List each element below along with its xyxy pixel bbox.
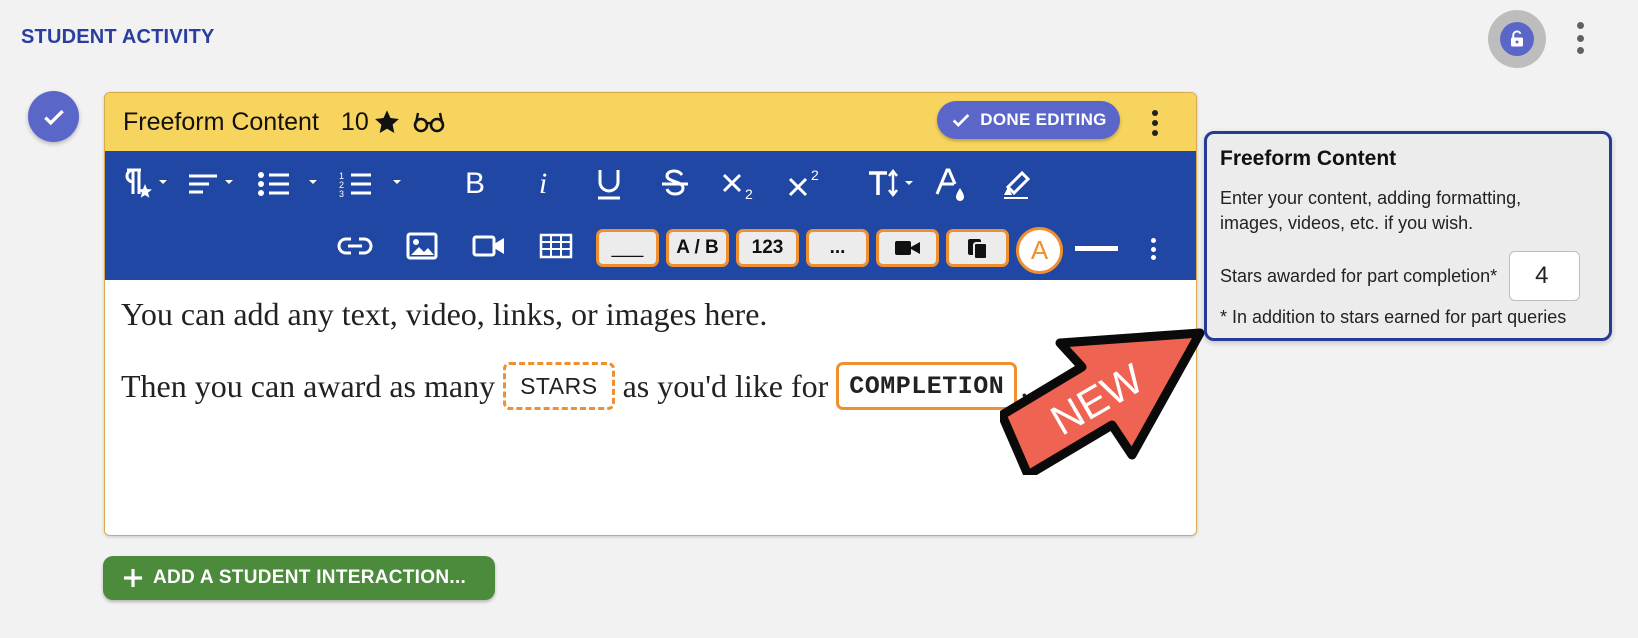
- link-icon[interactable]: [335, 225, 375, 267]
- part-settings-popover: Freeform Content Enter your content, add…: [1204, 131, 1612, 341]
- stars-awarded-label: Stars awarded for part completion*: [1220, 265, 1498, 286]
- bold-icon[interactable]: B: [455, 163, 495, 205]
- card-stars-count: 10: [340, 107, 369, 136]
- page-more-menu-icon[interactable]: [1568, 18, 1592, 58]
- choice-chip[interactable]: A / B: [666, 229, 729, 267]
- blank-answer-chip[interactable]: ___: [596, 229, 659, 267]
- stars-awarded-input[interactable]: [1509, 251, 1581, 301]
- stars-tag[interactable]: STARS: [503, 362, 615, 410]
- completion-tag[interactable]: COMPLETION: [836, 362, 1018, 410]
- underline-icon[interactable]: [589, 163, 629, 205]
- numbered-list-icon[interactable]: 123: [339, 163, 405, 205]
- card-header: Freeform Content 10 DONE EDITING: [105, 93, 1196, 151]
- font-size-icon[interactable]: [867, 163, 917, 205]
- svg-text:2: 2: [745, 186, 753, 201]
- table-icon[interactable]: [536, 225, 576, 267]
- strikethrough-icon[interactable]: [655, 163, 695, 205]
- clipboard-icon: [967, 239, 988, 260]
- unlock-icon: [1500, 22, 1534, 56]
- svg-text:2: 2: [811, 167, 819, 183]
- content-line-2-start: Then you can award as many: [121, 367, 496, 404]
- glasses-icon[interactable]: [413, 109, 445, 135]
- toolbar-more-icon[interactable]: [1149, 238, 1157, 260]
- checkmark-icon: [952, 113, 970, 127]
- superscript-icon[interactable]: 2: [785, 163, 827, 205]
- bullet-list-icon[interactable]: [257, 163, 323, 205]
- popover-description: Enter your content, adding formatting, i…: [1220, 188, 1522, 233]
- popover-note: * In addition to stars earned for part q…: [1220, 307, 1567, 327]
- subscript-icon[interactable]: 2: [719, 163, 761, 205]
- ellipsis-chip[interactable]: ...: [806, 229, 869, 267]
- page-title: STUDENT ACTIVITY: [21, 26, 215, 48]
- horizontal-rule-icon[interactable]: [1075, 246, 1118, 251]
- card-more-menu-icon[interactable]: [1149, 110, 1161, 136]
- paragraph-style-icon[interactable]: [119, 163, 169, 205]
- svg-text:3: 3: [339, 189, 344, 199]
- content-line-2-middle: as you'd like for: [622, 367, 829, 404]
- align-icon[interactable]: [187, 163, 237, 205]
- star-icon: [373, 108, 401, 136]
- content-line-2: Then you can award as many STARS as you'…: [121, 362, 1028, 410]
- part-complete-check-icon[interactable]: [28, 91, 79, 142]
- new-arrow-badge: NEW: [1000, 328, 1205, 475]
- lock-toggle-button[interactable]: [1488, 10, 1546, 68]
- image-icon[interactable]: [402, 225, 442, 267]
- answer-letter-button[interactable]: A: [1016, 227, 1063, 274]
- camera-icon: [894, 241, 920, 255]
- card-title: Freeform Content: [123, 107, 319, 136]
- italic-icon[interactable]: i: [523, 163, 563, 205]
- plus-icon: [124, 569, 142, 587]
- add-interaction-label: ADD A STUDENT INTERACTION...: [153, 567, 467, 588]
- popover-title: Freeform Content: [1220, 147, 1397, 170]
- content-line-1: You can add any text, video, links, or i…: [121, 296, 768, 332]
- text-color-icon[interactable]: [931, 163, 971, 205]
- add-student-interaction-button[interactable]: ADD A STUDENT INTERACTION...: [103, 556, 495, 600]
- highlight-icon[interactable]: [997, 163, 1037, 205]
- stars-row: Stars awarded for part completion*: [1220, 251, 1581, 301]
- number-chip[interactable]: 123: [736, 229, 799, 267]
- paste-question-chip[interactable]: [946, 229, 1009, 267]
- video-question-chip[interactable]: [876, 229, 939, 267]
- done-editing-label: DONE EDITING: [980, 110, 1107, 129]
- done-editing-button[interactable]: DONE EDITING: [937, 101, 1120, 139]
- video-icon[interactable]: [469, 225, 509, 267]
